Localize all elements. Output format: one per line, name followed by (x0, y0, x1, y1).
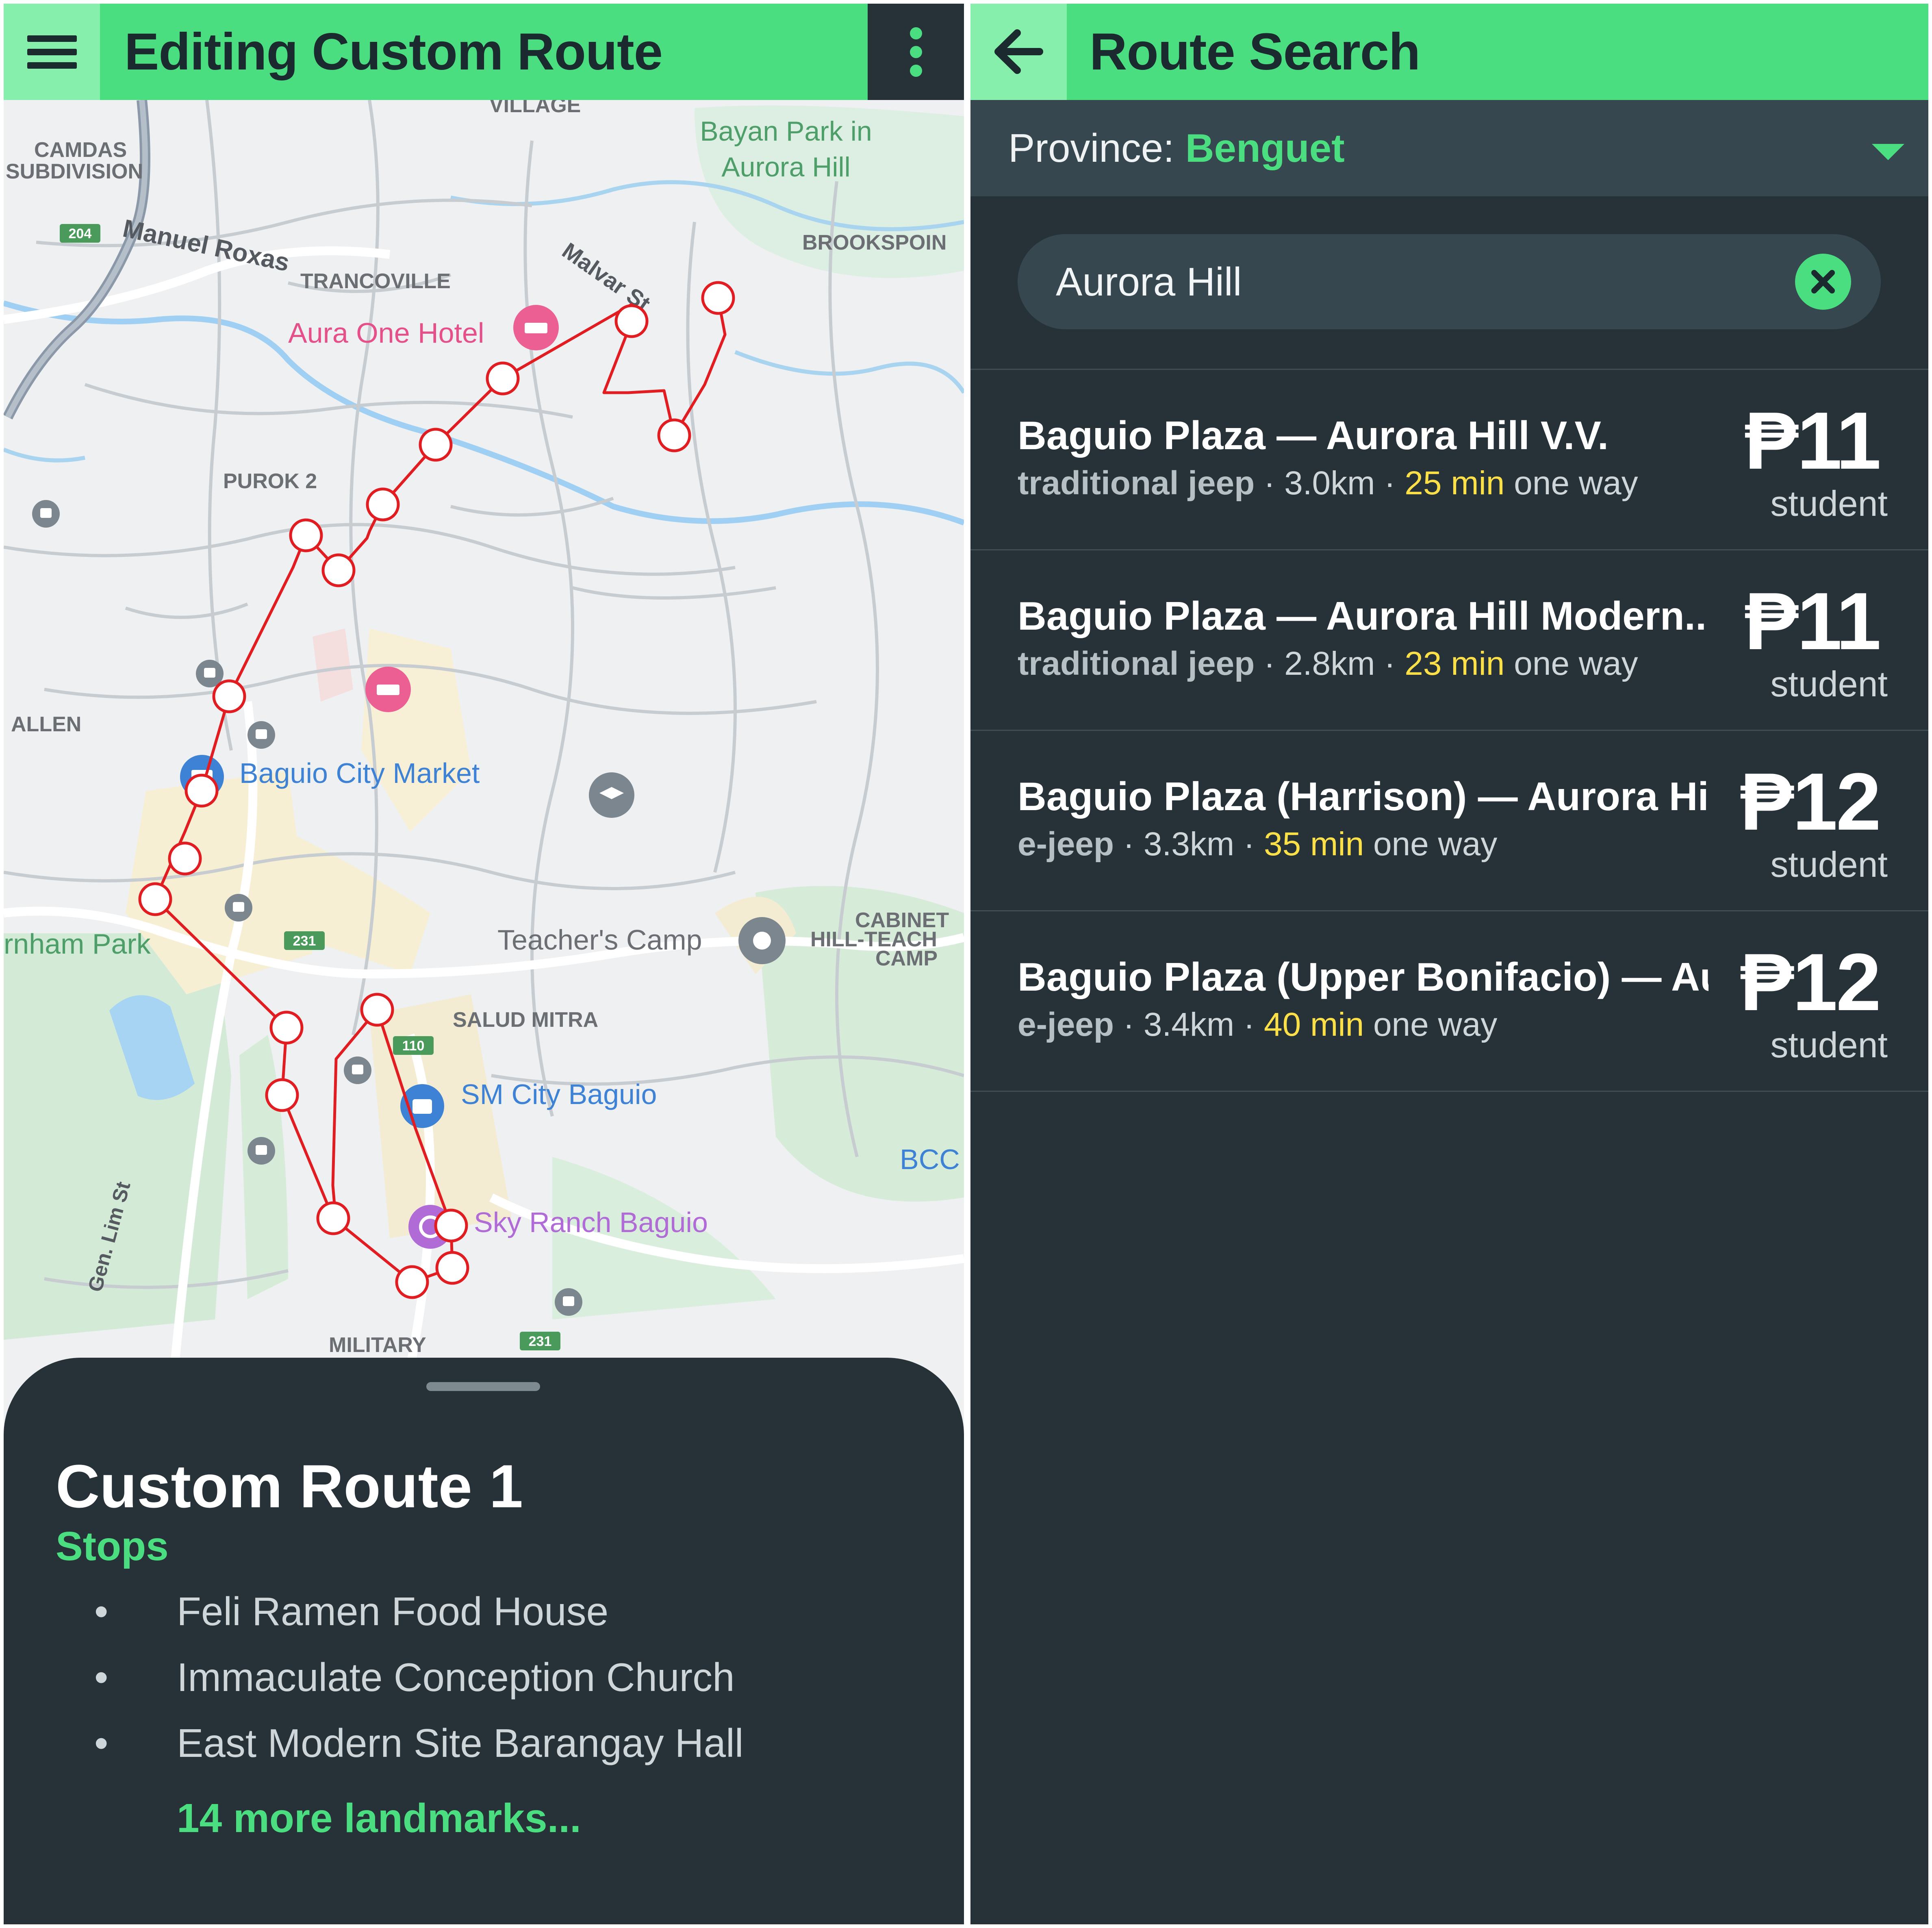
route-distance: · 2.8km · (1255, 645, 1405, 682)
stop-name: Feli Ramen Food House (177, 1589, 609, 1634)
arrow-left-icon[interactable] (970, 4, 1067, 100)
trip-type: one way (1504, 645, 1638, 682)
route-map[interactable]: 204 231 110 231 VILLAGE CAMDAS SUBDIVISI… (4, 100, 964, 1368)
route-result-row[interactable]: Baguio Plaza — Aurora Hill Modern... tra… (970, 549, 1928, 730)
map-label-allen: ALLEN (11, 713, 81, 736)
map-label-subdivision: SUBDIVISION (6, 160, 143, 183)
route-result-row[interactable]: Baguio Plaza — Aurora Hill V.V. traditio… (970, 369, 1928, 549)
route-result-name: Baguio Plaza — Aurora Hill Modern... (1018, 593, 1708, 638)
map-label-burnham-park: rnham Park (4, 928, 151, 960)
search-input[interactable] (1056, 234, 1747, 329)
trip-type: one way (1364, 1006, 1498, 1043)
hotel-icon[interactable] (513, 305, 559, 350)
map-label-bcc: BCC (900, 1143, 960, 1175)
fare-amount: ₱12 (1740, 756, 1881, 847)
route-result-name: Baguio Plaza (Upper Bonifacio) — Au... (1018, 954, 1708, 999)
stop-name: Immaculate Conception Church (177, 1655, 735, 1700)
route-result-name: Baguio Plaza — Aurora Hill V.V. (1018, 413, 1609, 458)
map-label-military: MILITARY (329, 1333, 426, 1357)
school-icon[interactable] (589, 772, 634, 818)
fare-amount: ₱11 (1744, 396, 1881, 486)
road-badge-231: 231 (293, 933, 316, 949)
map-label-aura-one-hotel: Aura One Hotel (288, 317, 484, 349)
trip-type: one way (1504, 465, 1638, 502)
trip-type: one way (1364, 826, 1498, 863)
fare-type: student (1770, 483, 1888, 524)
caret-down-icon[interactable] (1872, 144, 1904, 160)
travel-time: 25 min (1404, 465, 1505, 502)
route-distance: · 3.4km · (1114, 1006, 1264, 1043)
search-bar (1018, 234, 1881, 329)
road-badge-231-south: 231 (529, 1334, 552, 1349)
road-badge-110: 110 (402, 1038, 425, 1054)
map-label-purok-2: PUROK 2 (223, 470, 317, 493)
map-label-salud-mitra: SALUD MITRA (453, 1008, 598, 1032)
province-value: Benguet (1185, 126, 1345, 170)
fare-type: student (1770, 1025, 1888, 1065)
route-details-sheet[interactable]: Custom Route 1 Stops • Feli Ramen Food H… (4, 1358, 964, 1924)
fare-type: student (1770, 844, 1888, 885)
vehicle-type: e-jeep (1018, 1006, 1114, 1043)
map-label-aurora-hill: Aurora Hill (721, 152, 850, 183)
page-title: Editing Custom Route (124, 23, 663, 81)
map-label-teachers-camp: Teacher's Camp (497, 924, 702, 956)
app-bar: Editing Custom Route (4, 4, 964, 100)
bullet-icon: • (94, 1589, 109, 1634)
route-result-row[interactable]: Baguio Plaza (Upper Bonifacio) — Au... e… (970, 910, 1928, 1092)
bullet-icon: • (94, 1655, 109, 1700)
stops-heading: Stops (56, 1524, 169, 1569)
route-results-list: Baguio Plaza — Aurora Hill V.V. traditio… (970, 369, 1928, 1092)
route-distance: · 3.0km · (1255, 465, 1405, 502)
route-distance: · 3.3km · (1114, 826, 1264, 863)
province-selector[interactable]: Province: Benguet (970, 100, 1928, 196)
travel-time: 40 min (1264, 1006, 1364, 1043)
route-search-screen: Route Search Province: Benguet Baguio Pl… (970, 4, 1928, 1924)
map-label-brookspoint: BROOKSPOIN (802, 231, 946, 254)
more-vertical-icon[interactable] (868, 4, 964, 100)
route-result-meta: e-jeep · 3.3km · 35 min one way (1018, 825, 1497, 863)
map-label-camdas: CAMDAS (34, 138, 127, 162)
page-title: Route Search (1090, 23, 1420, 81)
route-result-row[interactable]: Baguio Plaza (Harrison) — Aurora Hi... e… (970, 730, 1928, 910)
travel-time: 23 min (1404, 645, 1505, 682)
clear-circle-icon[interactable] (1795, 254, 1851, 310)
vehicle-type: traditional jeep (1018, 645, 1255, 682)
bullet-icon: • (94, 1721, 109, 1765)
map-label-baguio-city-market: Baguio City Market (239, 757, 480, 789)
province-label: Province: Benguet (1008, 100, 1345, 196)
fare-type: student (1770, 664, 1888, 704)
sheet-drag-handle[interactable] (426, 1382, 540, 1391)
travel-time: 35 min (1264, 826, 1364, 863)
route-result-meta: traditional jeep · 2.8km · 23 min one wa… (1018, 645, 1638, 683)
map-label-bayan-park: Bayan Park in (700, 116, 872, 147)
hamburger-menu-icon[interactable] (4, 4, 100, 100)
map-label-sm-city-baguio: SM City Baguio (461, 1078, 657, 1110)
more-landmarks-link[interactable]: 14 more landmarks... (177, 1795, 581, 1842)
route-result-meta: e-jeep · 3.4km · 40 min one way (1018, 1006, 1497, 1044)
route-name: Custom Route 1 (56, 1452, 523, 1520)
fare-amount: ₱11 (1744, 576, 1881, 667)
route-result-name: Baguio Plaza (Harrison) — Aurora Hi... (1018, 774, 1708, 819)
map-label-camp: CAMP (875, 947, 938, 970)
hotel-icon[interactable] (365, 667, 411, 712)
route-result-meta: traditional jeep · 3.0km · 25 min one wa… (1018, 464, 1638, 502)
map-label-sky-ranch: Sky Ranch Baguio (474, 1206, 708, 1238)
fare-amount: ₱12 (1740, 937, 1881, 1028)
province-label-text: Province: (1008, 126, 1185, 170)
map-label-village: VILLAGE (489, 100, 581, 117)
vehicle-type: e-jeep (1018, 826, 1114, 863)
vehicle-type: traditional jeep (1018, 465, 1255, 502)
map-label-trancoville: TRANCOVILLE (300, 270, 451, 293)
road-badge-204: 204 (69, 226, 92, 241)
app-bar: Route Search (970, 4, 1928, 100)
place-pin-icon[interactable] (738, 917, 786, 964)
editing-custom-route-screen: Editing Custom Route 204 231 110 231 VIL… (4, 4, 964, 1924)
stop-name: East Modern Site Barangay Hall (177, 1721, 744, 1765)
